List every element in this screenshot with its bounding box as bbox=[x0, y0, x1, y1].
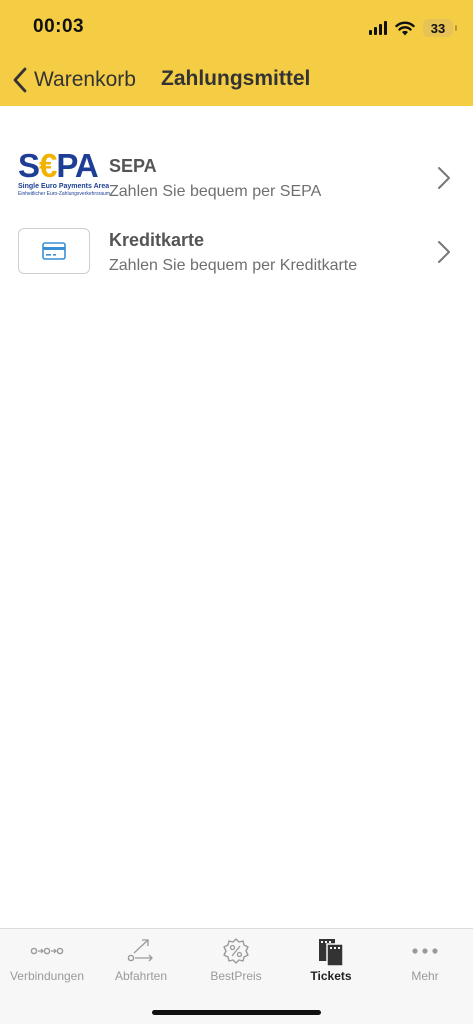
tab-abfahrten[interactable]: Abfahrten bbox=[94, 929, 188, 991]
payment-method-subtitle: Zahlen Sie bequem per SEPA bbox=[109, 183, 322, 200]
tab-label: Tickets bbox=[310, 969, 352, 983]
sepa-logo-tagline: Single Euro Payments Area bbox=[18, 183, 110, 190]
status-time: 00:03 bbox=[33, 16, 85, 37]
wifi-icon bbox=[395, 21, 415, 35]
payment-method-list: S€PA Single Euro Payments Area Einheitli… bbox=[0, 140, 473, 288]
tab-label: Verbindungen bbox=[9, 969, 85, 983]
sepa-logo-s: S bbox=[18, 147, 40, 184]
page-title: Zahlungsmittel bbox=[161, 67, 311, 90]
payment-method-text: Kreditkarte Zahlen Sie bequem per Kredit… bbox=[109, 230, 357, 275]
payment-method-title: Kreditkarte bbox=[109, 230, 205, 250]
chevron-left-icon bbox=[13, 67, 27, 93]
payment-method-text: SEPA Zahlen Sie bequem per SEPA bbox=[109, 156, 321, 201]
chevron-right-icon bbox=[438, 167, 450, 189]
navigation-bar: Warenkorb Zahlungsmittel bbox=[0, 58, 473, 102]
credit-card-logo bbox=[18, 228, 90, 274]
status-icons: 33 bbox=[369, 17, 457, 39]
tab-tickets[interactable]: Tickets bbox=[284, 929, 378, 991]
credit-card-icon bbox=[42, 242, 66, 260]
tab-label: Mehr bbox=[411, 969, 439, 983]
tab-label: Abfahrten bbox=[114, 969, 168, 983]
connections-icon bbox=[30, 947, 64, 955]
tickets-icon bbox=[319, 939, 344, 967]
sepa-logo-subtagline: Einheitlicher Euro-Zahlungsverkehrsraum bbox=[18, 191, 110, 197]
status-bar: 00:03 33 bbox=[0, 0, 473, 56]
tab-bar: Verbindungen Abfahrten BestPreis Tickets… bbox=[0, 928, 473, 1024]
tab-mehr[interactable]: Mehr bbox=[378, 929, 472, 991]
sepa-logo: S€PA Single Euro Payments Area Einheitli… bbox=[18, 147, 110, 198]
cellular-signal-icon bbox=[369, 21, 387, 35]
payment-method-subtitle: Zahlen Sie bequem per Kreditkarte bbox=[109, 257, 358, 274]
sepa-logo-euro: € bbox=[39, 147, 57, 184]
sepa-logo-pa: PA bbox=[56, 147, 98, 184]
payment-method-title: SEPA bbox=[109, 156, 157, 176]
percent-badge-icon bbox=[223, 938, 249, 964]
more-dots-icon bbox=[412, 948, 438, 954]
chevron-right-icon bbox=[438, 241, 450, 263]
tab-verbindungen[interactable]: Verbindungen bbox=[0, 929, 94, 991]
header: 00:03 33 Warenkorb Zahlungsmittel bbox=[0, 0, 473, 106]
battery-icon: 33 bbox=[423, 19, 457, 37]
payment-method-sepa[interactable]: S€PA Single Euro Payments Area Einheitli… bbox=[0, 140, 473, 214]
back-label: Warenkorb bbox=[34, 68, 136, 91]
back-button[interactable]: Warenkorb bbox=[12, 62, 136, 98]
departures-icon bbox=[127, 939, 153, 962]
tab-bestpreis[interactable]: BestPreis bbox=[189, 929, 283, 991]
home-indicator[interactable] bbox=[152, 1010, 321, 1015]
tab-label: BestPreis bbox=[210, 969, 262, 983]
battery-level: 33 bbox=[430, 20, 446, 36]
